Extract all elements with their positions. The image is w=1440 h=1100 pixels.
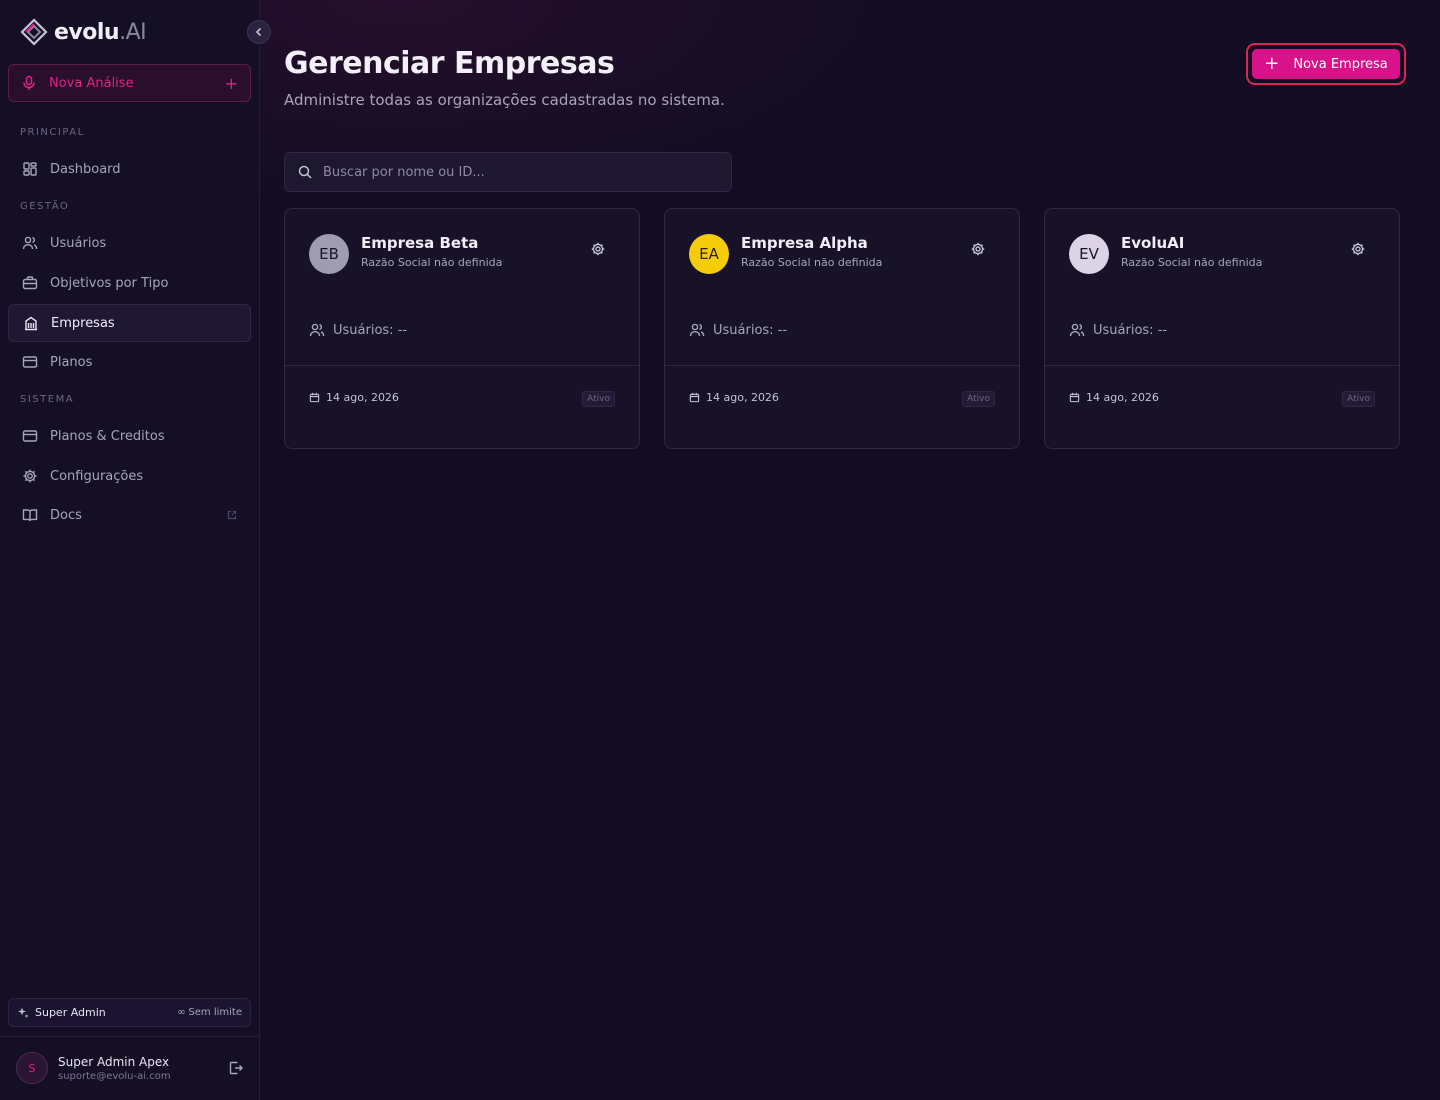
sidebar-item-label: Empresas bbox=[51, 315, 115, 331]
new-company-label: Nova Empresa bbox=[1293, 56, 1388, 72]
users-icon bbox=[1069, 323, 1085, 337]
chevron-left-icon bbox=[255, 27, 262, 37]
microphone-icon bbox=[23, 75, 35, 90]
brand-logo[interactable]: evolu.AI bbox=[20, 16, 147, 48]
company-avatar: EV bbox=[1069, 234, 1109, 274]
collapse-sidebar-button[interactable] bbox=[247, 20, 271, 44]
role-label: Super Admin bbox=[35, 1006, 106, 1019]
company-date: 14 ago, 2026 bbox=[689, 391, 779, 404]
sidebar: evolu.AI Nova Análise + PRINCIPAL Dashbo… bbox=[0, 0, 260, 1100]
users-icon bbox=[689, 323, 705, 337]
new-company-button[interactable]: + Nova Empresa bbox=[1252, 49, 1400, 79]
plus-icon: + bbox=[1264, 53, 1280, 74]
plus-icon: + bbox=[224, 73, 238, 93]
company-users: Usuários: -- bbox=[309, 322, 407, 338]
company-users: Usuários: -- bbox=[1069, 322, 1167, 338]
company-name: EvoluAI bbox=[1121, 234, 1185, 252]
calendar-icon bbox=[689, 392, 700, 403]
new-analysis-button[interactable]: Nova Análise + bbox=[8, 64, 251, 102]
company-date-label: 14 ago, 2026 bbox=[1086, 391, 1159, 404]
divider bbox=[285, 365, 639, 366]
company-card[interactable]: EA Empresa Alpha Razão Social não defini… bbox=[664, 208, 1020, 449]
divider bbox=[0, 1036, 260, 1037]
calendar-icon bbox=[1069, 392, 1080, 403]
credit-limit: ∞ Sem limite bbox=[177, 1007, 242, 1018]
company-date-label: 14 ago, 2026 bbox=[326, 391, 399, 404]
sidebar-item-label: Configurações bbox=[50, 468, 144, 484]
divider bbox=[665, 365, 1019, 366]
briefcase-icon bbox=[22, 276, 38, 290]
page-subtitle: Administre todas as organizações cadastr… bbox=[284, 91, 725, 109]
dashboard-icon bbox=[23, 162, 37, 176]
sidebar-item-docs[interactable]: Docs bbox=[8, 496, 251, 534]
section-title-principal: PRINCIPAL bbox=[20, 127, 85, 138]
section-title-gestao: GESTÃO bbox=[20, 201, 70, 212]
infinity-icon: ∞ bbox=[177, 1007, 186, 1018]
sidebar-item-label: Usuários bbox=[50, 235, 107, 251]
status-badge: Ativo bbox=[1342, 391, 1375, 407]
sidebar-item-objetivos[interactable]: Objetivos por Tipo bbox=[8, 264, 251, 302]
logout-icon[interactable] bbox=[228, 1060, 244, 1076]
sidebar-item-label: Dashboard bbox=[50, 161, 121, 177]
user-info: Super Admin Apex suporte@evolu-ai.com bbox=[58, 1055, 171, 1082]
user-name: Super Admin Apex bbox=[58, 1054, 170, 1069]
sidebar-item-planos-creditos[interactable]: Planos & Creditos bbox=[8, 417, 251, 455]
company-avatar: EB bbox=[309, 234, 349, 274]
company-users-label: Usuários: -- bbox=[713, 322, 788, 338]
role-badge: Super Admin ∞ Sem limite bbox=[8, 998, 251, 1027]
sidebar-item-label: Planos & Creditos bbox=[50, 428, 165, 444]
users-icon bbox=[309, 323, 325, 337]
sidebar-item-usuarios[interactable]: Usuários bbox=[8, 224, 251, 262]
user-email: suporte@evolu-ai.com bbox=[58, 1070, 171, 1082]
status-badge: Ativo bbox=[582, 391, 615, 407]
company-name: Empresa Beta bbox=[361, 234, 479, 252]
company-date-label: 14 ago, 2026 bbox=[706, 391, 779, 404]
evolu-logo-icon bbox=[20, 18, 48, 46]
building-icon bbox=[25, 316, 37, 331]
gear-icon[interactable] bbox=[1350, 241, 1366, 257]
company-users-label: Usuários: -- bbox=[333, 322, 408, 338]
user-profile[interactable]: S Super Admin Apex suporte@evolu-ai.com bbox=[16, 1050, 244, 1086]
credit-limit-label: Sem limite bbox=[188, 1007, 242, 1018]
company-users: Usuários: -- bbox=[689, 322, 787, 338]
new-analysis-label: Nova Análise bbox=[49, 75, 134, 91]
sidebar-item-label: Objetivos por Tipo bbox=[50, 275, 169, 291]
gear-icon[interactable] bbox=[970, 241, 986, 257]
card-icon bbox=[22, 356, 38, 368]
sidebar-item-dashboard[interactable]: Dashboard bbox=[8, 150, 251, 188]
company-card[interactable]: EB Empresa Beta Razão Social não definid… bbox=[284, 208, 640, 449]
divider bbox=[1045, 365, 1399, 366]
company-name: Empresa Alpha bbox=[741, 234, 868, 252]
status-badge: Ativo bbox=[962, 391, 995, 407]
book-icon bbox=[22, 509, 38, 522]
page-title: Gerenciar Empresas bbox=[284, 46, 615, 81]
calendar-icon bbox=[309, 392, 320, 403]
company-avatar: EA bbox=[689, 234, 729, 274]
users-icon bbox=[22, 236, 38, 250]
company-legal-name: Razão Social não definida bbox=[1121, 256, 1263, 269]
sidebar-item-empresas[interactable]: Empresas bbox=[8, 304, 251, 342]
company-users-label: Usuários: -- bbox=[1093, 322, 1168, 338]
company-date: 14 ago, 2026 bbox=[309, 391, 399, 404]
search-input[interactable] bbox=[323, 164, 719, 180]
sidebar-item-configuracoes[interactable]: Configurações bbox=[8, 457, 251, 495]
new-company-button-focus-ring: + Nova Empresa bbox=[1246, 43, 1406, 85]
avatar: S bbox=[16, 1052, 48, 1084]
company-date: 14 ago, 2026 bbox=[1069, 391, 1159, 404]
brand-name: evolu.AI bbox=[54, 19, 147, 45]
search-box bbox=[284, 152, 732, 192]
external-link-icon bbox=[227, 510, 237, 520]
search-icon bbox=[298, 165, 312, 179]
sparkles-icon bbox=[18, 1007, 29, 1018]
sidebar-item-label: Docs bbox=[50, 507, 82, 523]
company-card[interactable]: EV EvoluAI Razão Social não definida Usu… bbox=[1044, 208, 1400, 449]
gear-icon[interactable] bbox=[590, 241, 606, 257]
sidebar-item-planos[interactable]: Planos bbox=[8, 343, 251, 381]
sidebar-item-label: Planos bbox=[50, 354, 93, 370]
section-title-sistema: SISTEMA bbox=[20, 394, 75, 405]
card-icon bbox=[22, 430, 38, 442]
company-legal-name: Razão Social não definida bbox=[361, 256, 503, 269]
gear-icon bbox=[23, 469, 37, 483]
company-legal-name: Razão Social não definida bbox=[741, 256, 883, 269]
